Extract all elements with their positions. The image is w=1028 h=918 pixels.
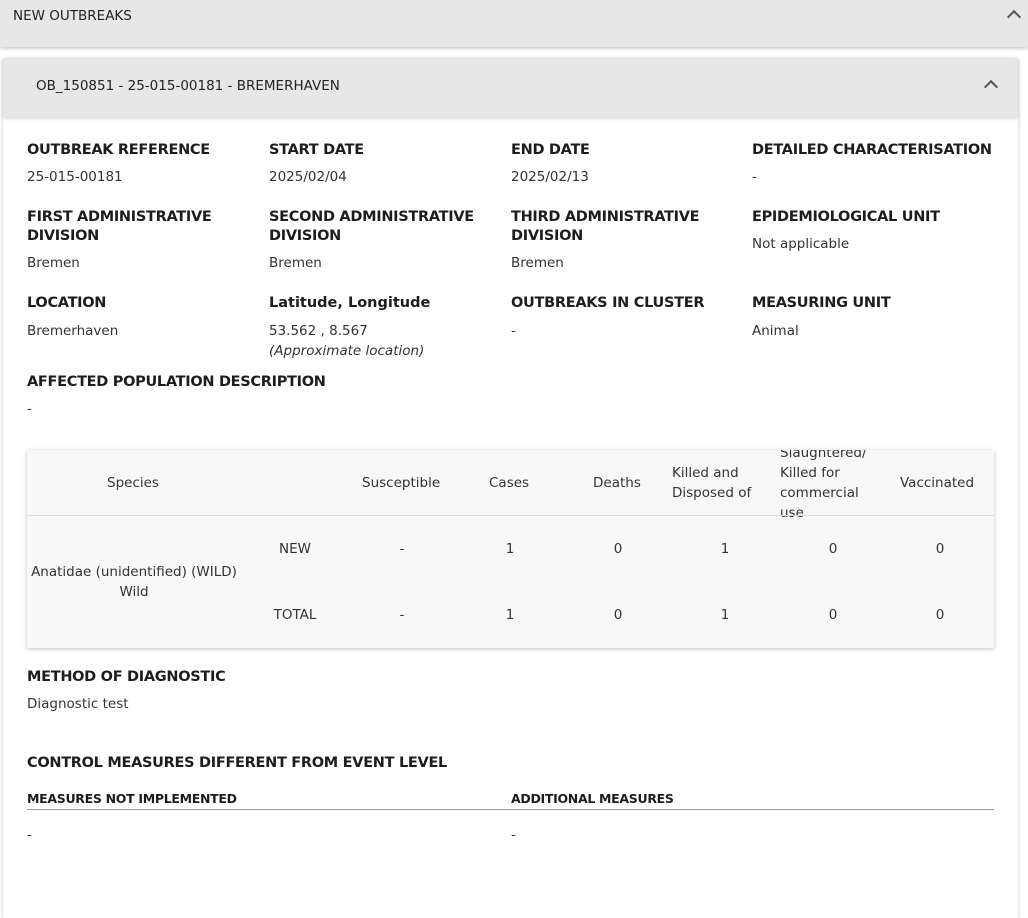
outbreaks-in-cluster-label: OUTBREAKS IN CLUSTER: [511, 295, 705, 311]
cell-killed: 1: [720, 607, 730, 623]
first-admin-value: Bremen: [27, 255, 80, 271]
control-measures-divider: [27, 809, 994, 810]
epidemiological-unit-value: Not applicable: [752, 236, 850, 252]
latlon-value: 53.562 , 8.567: [269, 323, 368, 339]
cell-susceptible: -: [399, 607, 405, 623]
chevron-up-icon[interactable]: [983, 79, 999, 95]
outbreak-reference-label: OUTBREAK REFERENCE: [27, 142, 210, 158]
epidemiological-unit-label: EPIDEMIOLOGICAL UNIT: [752, 209, 940, 225]
row-label: TOTAL: [273, 607, 317, 623]
header-killed-line1: Killed and: [672, 465, 739, 481]
third-admin-label-line1: THIRD ADMINISTRATIVE: [511, 209, 700, 225]
second-admin-value: Bremen: [269, 255, 322, 271]
second-admin-label-line2: DIVISION: [269, 228, 341, 244]
outbreaks-in-cluster-value: -: [511, 323, 516, 339]
location-value: Bremerhaven: [27, 323, 119, 339]
start-date-label: START DATE: [269, 142, 364, 158]
header-slaughtered-line3: commercial: [780, 485, 859, 501]
approximate-location-note: (Approximate location): [269, 343, 425, 359]
start-date-value: 2025/02/04: [269, 169, 347, 185]
species-name: Anatidae (unidentified) (WILD): [31, 564, 237, 580]
detailed-characterisation-label: DETAILED CHARACTERISATION: [752, 142, 992, 158]
header-divider: [27, 515, 994, 516]
header-slaughtered-line1: Slaughtered/: [780, 450, 867, 461]
affected-population-label: AFFECTED POPULATION DESCRIPTION: [27, 374, 326, 390]
cell-killed: 1: [720, 541, 730, 557]
chevron-up-icon[interactable]: [1006, 9, 1022, 25]
first-admin-label-line2: DIVISION: [27, 228, 99, 244]
measures-not-implemented-value: -: [27, 827, 32, 843]
second-admin-label-line1: SECOND ADMINISTRATIVE: [269, 209, 474, 225]
header-vaccinated: Vaccinated: [900, 475, 975, 491]
cell-vaccinated: 0: [935, 541, 945, 557]
end-date-value: 2025/02/13: [511, 169, 589, 185]
header-species: Species: [107, 475, 159, 491]
header-slaughtered-line2: Killed for: [780, 465, 840, 481]
cell-cases: 1: [505, 607, 515, 623]
location-label: LOCATION: [27, 295, 107, 311]
additional-measures-value: -: [511, 827, 516, 843]
species-table: Species Susceptible Cases Deaths Killed …: [27, 450, 994, 648]
header-cases: Cases: [489, 475, 530, 491]
measuring-unit-label: MEASURING UNIT: [752, 295, 891, 311]
cell-slaughtered: 0: [828, 607, 838, 623]
outbreak-card-header[interactable]: OB_150851 - 25-015-00181 - BREMERHAVEN: [3, 58, 1018, 117]
detailed-characterisation-value: -: [752, 169, 757, 185]
control-measures-title: CONTROL MEASURES DIFFERENT FROM EVENT LE…: [27, 755, 447, 771]
diagnostic-label: METHOD OF DIAGNOSTIC: [27, 669, 226, 685]
cell-slaughtered: 0: [828, 541, 838, 557]
affected-population-value: -: [27, 401, 32, 417]
end-date-label: END DATE: [511, 142, 590, 158]
additional-measures-label: ADDITIONAL MEASURES: [511, 791, 674, 806]
header-killed-line2: Disposed of: [672, 485, 752, 501]
header-deaths: Deaths: [593, 475, 641, 491]
diagnostic-value: Diagnostic test: [27, 696, 129, 712]
latlon-label: Latitude, Longitude: [269, 295, 431, 311]
row-label: NEW: [279, 541, 311, 557]
outbreak-reference-value: 25-015-00181: [27, 169, 123, 185]
cell-deaths: 0: [613, 541, 623, 557]
cell-cases: 1: [505, 541, 515, 557]
new-outbreaks-header[interactable]: NEW OUTBREAKS: [0, 0, 1028, 47]
third-admin-label-line2: DIVISION: [511, 228, 583, 244]
cell-susceptible: -: [399, 541, 405, 557]
cell-vaccinated: 0: [935, 607, 945, 623]
species-type: Wild: [119, 584, 149, 600]
section-title: NEW OUTBREAKS: [13, 8, 132, 24]
measures-not-implemented-label: MEASURES NOT IMPLEMENTED: [27, 791, 237, 806]
first-admin-label-line1: FIRST ADMINISTRATIVE: [27, 209, 212, 225]
header-slaughtered-line4: use: [780, 505, 804, 521]
header-susceptible: Susceptible: [362, 475, 441, 491]
measuring-unit-value: Animal: [752, 323, 799, 339]
third-admin-value: Bremen: [511, 255, 564, 271]
cell-deaths: 0: [613, 607, 623, 623]
outbreak-title: OB_150851 - 25-015-00181 - BREMERHAVEN: [36, 78, 340, 94]
